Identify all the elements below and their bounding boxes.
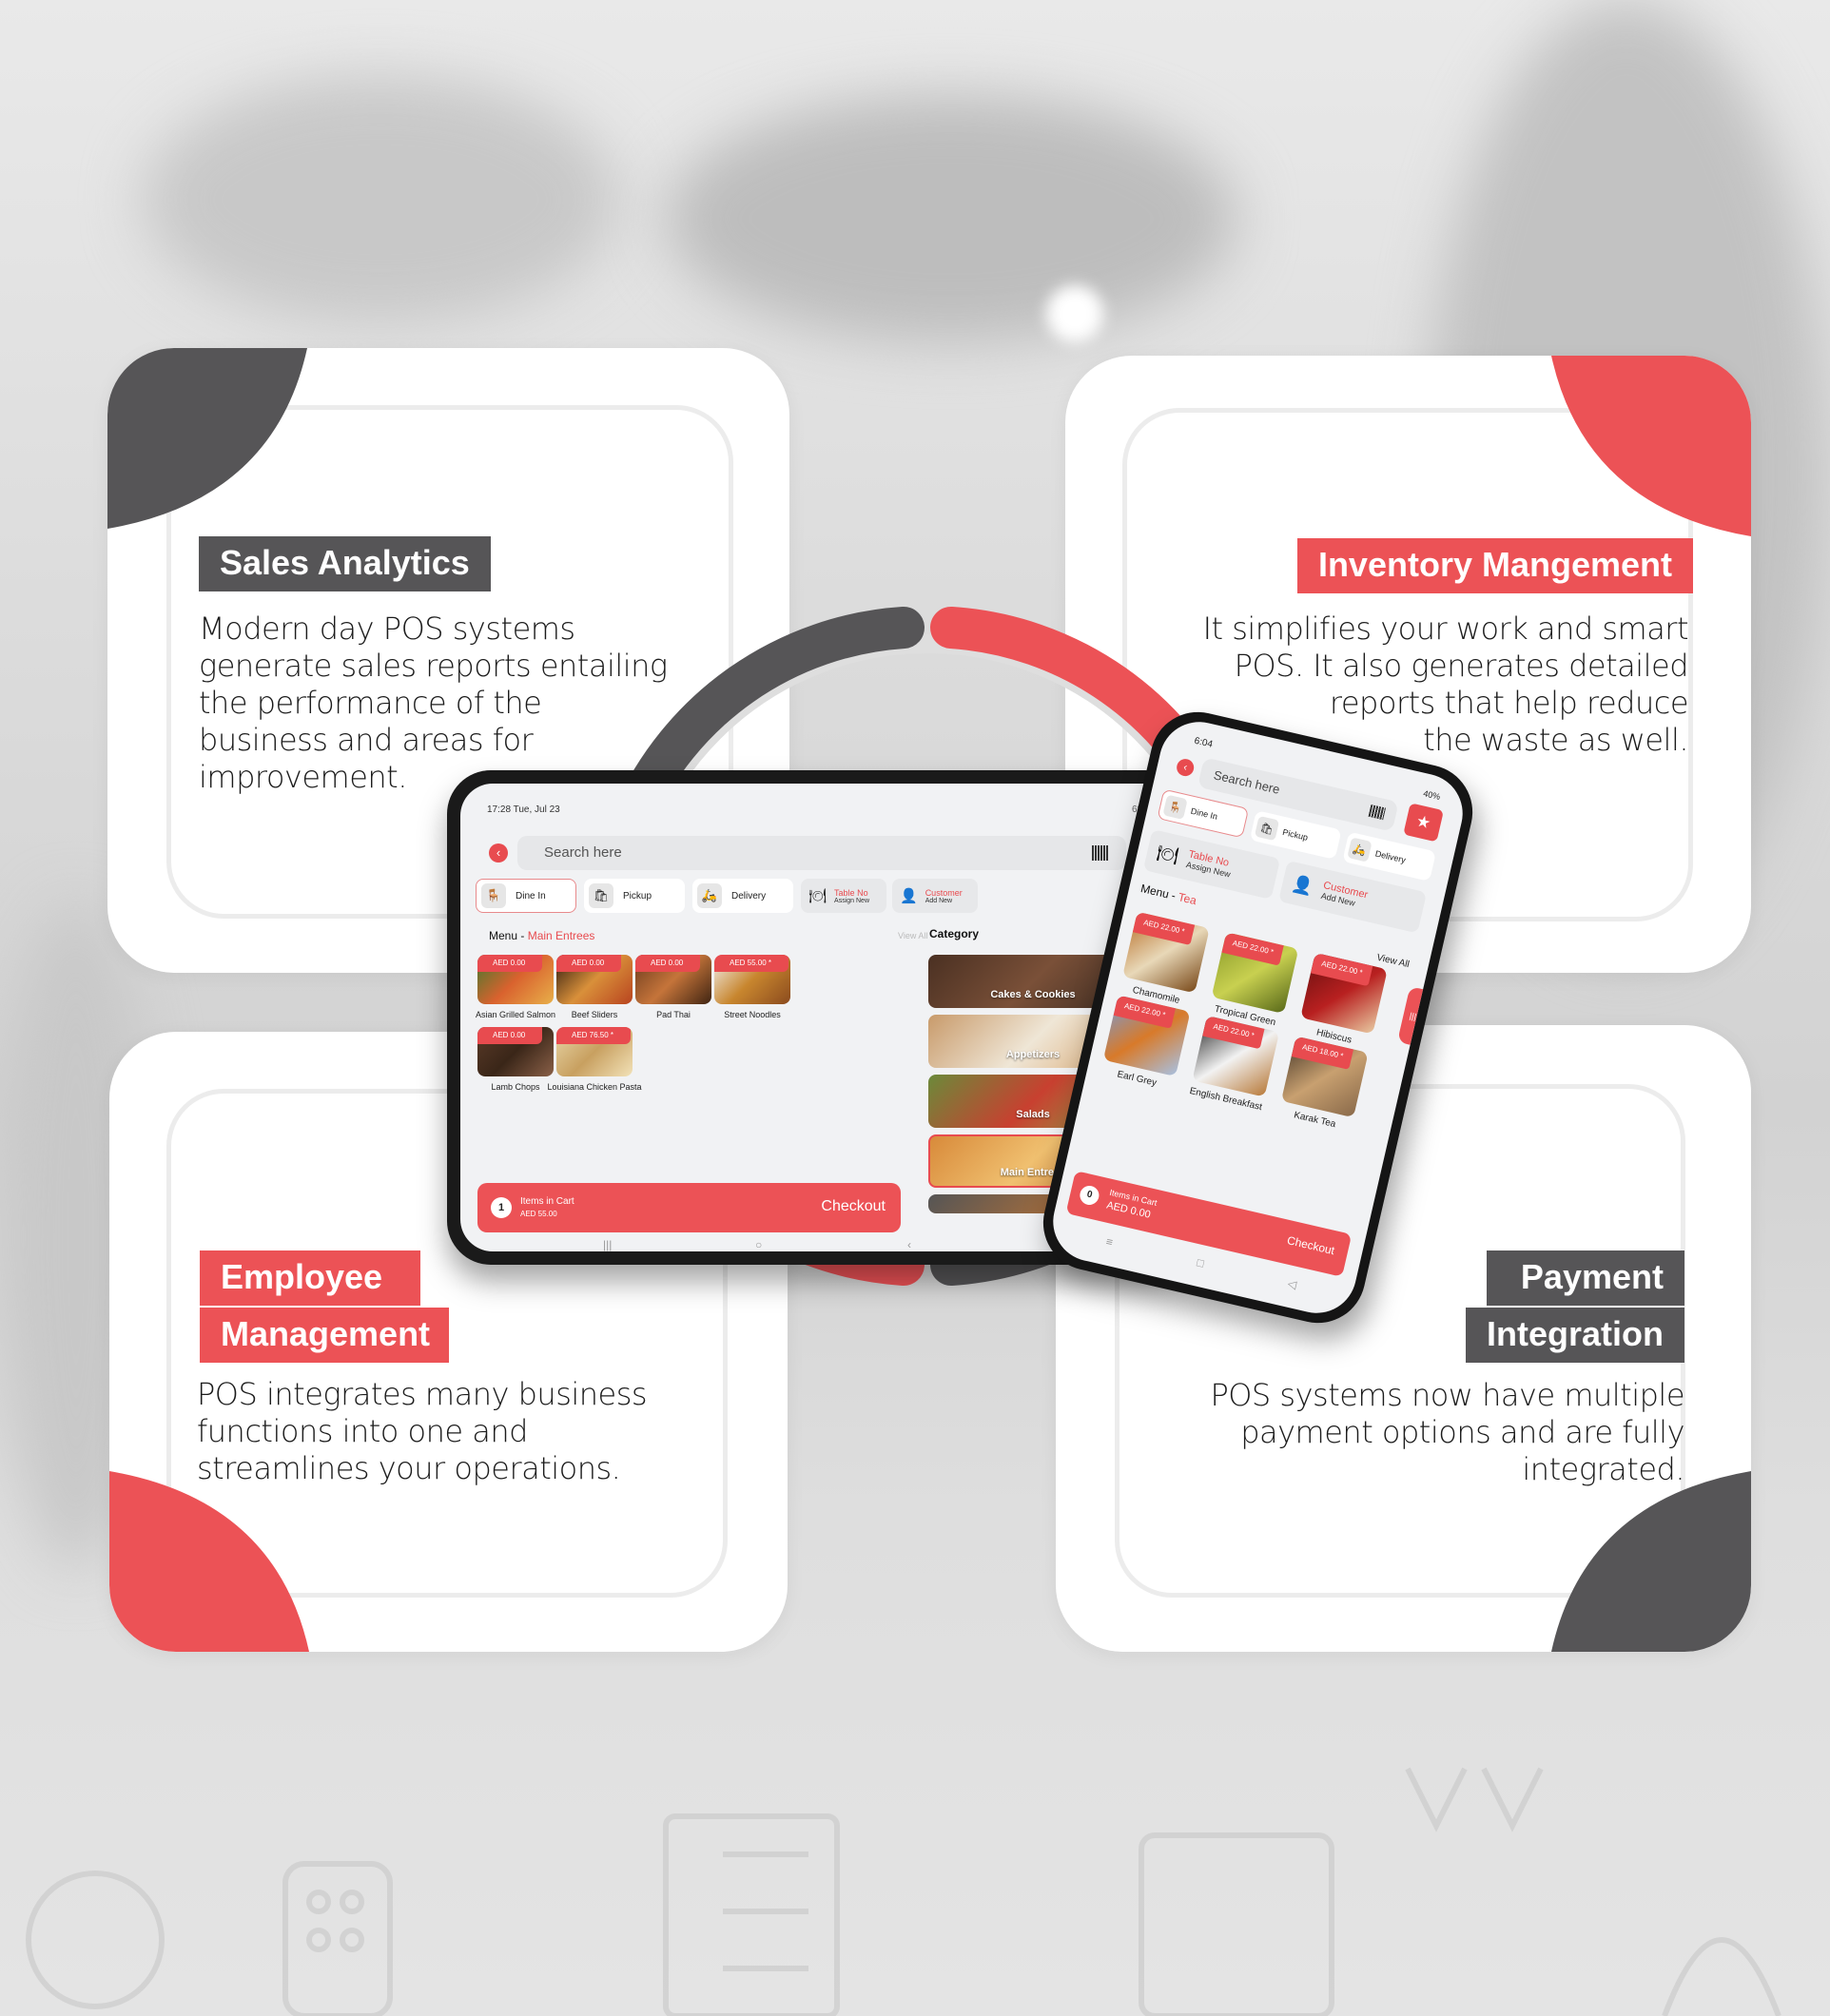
menu-item-price: AED 0.00	[635, 955, 701, 972]
order-type-label: Delivery	[1373, 848, 1407, 865]
search-placeholder: Search here	[1212, 767, 1281, 797]
barcode-scan-icon[interactable]	[1368, 804, 1387, 821]
add-user-icon: 👤	[900, 888, 918, 904]
view-all-link[interactable]: View All	[898, 931, 927, 940]
cart-label: Items in Cart	[520, 1196, 574, 1207]
search-placeholder: Search here	[544, 844, 622, 861]
assign-title: Customer	[925, 887, 963, 898]
menu-item-card[interactable]: AED 0.00	[556, 955, 633, 1004]
barcode-scan-icon[interactable]	[1092, 845, 1109, 861]
add-customer-button[interactable]: 👤 Customer Add New	[892, 879, 978, 913]
order-type-delivery[interactable]: 🛵 Delivery	[1342, 831, 1437, 882]
feature-description-employee-management: POS integrates many business functions i…	[197, 1376, 648, 1486]
search-input[interactable]: Search here	[517, 836, 1126, 870]
menu-item-price: AED 0.00	[477, 1027, 543, 1044]
cart-count-badge: 1	[491, 1197, 512, 1218]
assign-table-button[interactable]: 🍽 Table No Assign New	[801, 879, 886, 913]
cart-total: AED 55.00	[520, 1210, 557, 1218]
phone-status-time: 6:04	[1193, 735, 1214, 750]
feature-tag-payment-line1: Payment	[1486, 1250, 1684, 1306]
corner-quarter-circle-dark	[1551, 1471, 1751, 1652]
bag-icon: 🛍	[589, 883, 613, 908]
menu-item-name: Street Noodles	[724, 1010, 781, 1019]
menu-item-card[interactable]: AED 0.00	[477, 1027, 554, 1076]
menu-item-card[interactable]: AED 22.00 *	[1192, 1015, 1280, 1097]
cart-count-badge: 0	[1078, 1183, 1101, 1207]
nav-recents-button[interactable]: |||	[603, 1238, 612, 1251]
menu-item-card[interactable]: AED 55.00 *	[714, 955, 790, 1004]
menu-item-card[interactable]: AED 22.00 *	[1300, 952, 1388, 1035]
back-icon: ‹	[1182, 761, 1189, 774]
feature-tag-sales-analytics: Sales Analytics	[199, 536, 491, 591]
corner-quarter-circle-dark	[107, 348, 307, 529]
tablet-status-time: 17:28 Tue, Jul 23	[487, 804, 560, 815]
menu-heading: Menu - Main Entrees	[489, 929, 595, 942]
checkout-button[interactable]: Checkout	[1286, 1233, 1336, 1257]
assign-title: Table No	[834, 887, 868, 898]
menu-item-card[interactable]: AED 22.00 *	[1122, 911, 1210, 994]
menu-item-price: AED 0.00	[556, 955, 622, 972]
feature-tag-inventory-management: Inventory Mangement	[1296, 538, 1693, 593]
order-type-label: Dine In	[516, 890, 546, 901]
nav-back-button[interactable]: ‹	[907, 1238, 911, 1251]
feature-tag-employee-line2: Management	[200, 1308, 450, 1363]
cart-checkout-bar[interactable]: 0 Items in Cart AED 0.00 Checkout	[1065, 1171, 1353, 1277]
food-icon-pattern	[26, 1767, 1781, 2016]
menu-item-card[interactable]: AED 76.50 *	[556, 1027, 633, 1076]
nav-menu-button[interactable]: ≡	[1104, 1234, 1114, 1249]
back-button[interactable]: ‹	[1175, 757, 1196, 778]
scooter-icon: 🛵	[1347, 837, 1372, 863]
menu-heading: Menu - Tea	[1139, 882, 1198, 908]
menu-item-price: AED 55.00 *	[714, 955, 789, 972]
order-type-pickup[interactable]: 🛍 Pickup	[584, 879, 685, 913]
order-type-label: Dine In	[1189, 805, 1219, 822]
cart-checkout-bar[interactable]: 1 Items in Cart AED 55.00 Checkout	[477, 1183, 901, 1232]
order-type-dine-in[interactable]: 🪑 Dine In	[1157, 788, 1250, 839]
feature-description-payment-integration: POS systems now have multiple payment op…	[1210, 1377, 1684, 1487]
scooter-icon: 🛵	[697, 883, 722, 908]
menu-item-card[interactable]: AED 22.00 *	[1211, 932, 1299, 1014]
table-icon: 🍽	[1155, 842, 1181, 866]
menu-item-price: AED 0.00	[477, 955, 543, 972]
menu-item-card[interactable]: AED 22.00 *	[1102, 995, 1191, 1077]
menu-item-price: AED 22.00 *	[1221, 932, 1284, 966]
chair-icon: 🪑	[481, 883, 506, 908]
order-type-pickup[interactable]: 🛍 Pickup	[1249, 810, 1342, 860]
star-icon: ★	[1414, 811, 1433, 833]
favorite-button[interactable]: ★	[1403, 803, 1444, 843]
add-user-icon: 👤	[1290, 873, 1315, 897]
order-type-label: Pickup	[623, 890, 652, 901]
feature-tag-payment-line2: Integration	[1466, 1308, 1684, 1363]
order-type-label: Pickup	[1281, 826, 1310, 843]
bag-icon: 🛍	[1254, 815, 1280, 842]
order-type-dine-in[interactable]: 🪑 Dine In	[476, 879, 576, 913]
nav-home-button[interactable]: ○	[755, 1238, 762, 1251]
order-type-label: Delivery	[731, 890, 767, 901]
table-icon: 🍽	[808, 888, 827, 904]
menu-item-name: Louisiana Chicken Pasta	[547, 1082, 642, 1092]
back-icon: ‹	[496, 845, 501, 860]
feature-tag-employee-line1: Employee	[200, 1250, 421, 1306]
menu-item-card[interactable]: AED 0.00	[635, 955, 711, 1004]
menu-item-price: AED 22.00 *	[1132, 911, 1196, 946]
corner-quarter-circle-red	[1551, 356, 1751, 536]
menu-item-card[interactable]: AED 18.00 *	[1280, 1036, 1369, 1118]
category-heading: Category	[929, 927, 980, 940]
order-type-delivery[interactable]: 🛵 Delivery	[692, 879, 793, 913]
nav-home-button[interactable]: □	[1196, 1255, 1205, 1270]
phone-status-battery: 40%	[1422, 788, 1442, 803]
corner-quarter-circle-red	[109, 1471, 309, 1652]
chair-icon: 🪑	[1162, 794, 1188, 820]
menu-item-card[interactable]: AED 0.00	[477, 955, 554, 1004]
assign-sub: Add New	[925, 897, 953, 904]
nav-back-button[interactable]: ◁	[1286, 1276, 1297, 1291]
assign-sub: Assign New	[834, 897, 870, 904]
menu-item-price: AED 76.50 *	[556, 1027, 632, 1044]
back-button[interactable]: ‹	[489, 843, 508, 863]
menu-item-price: AED 22.00 *	[1310, 952, 1373, 987]
checkout-button[interactable]: Checkout	[821, 1198, 886, 1215]
